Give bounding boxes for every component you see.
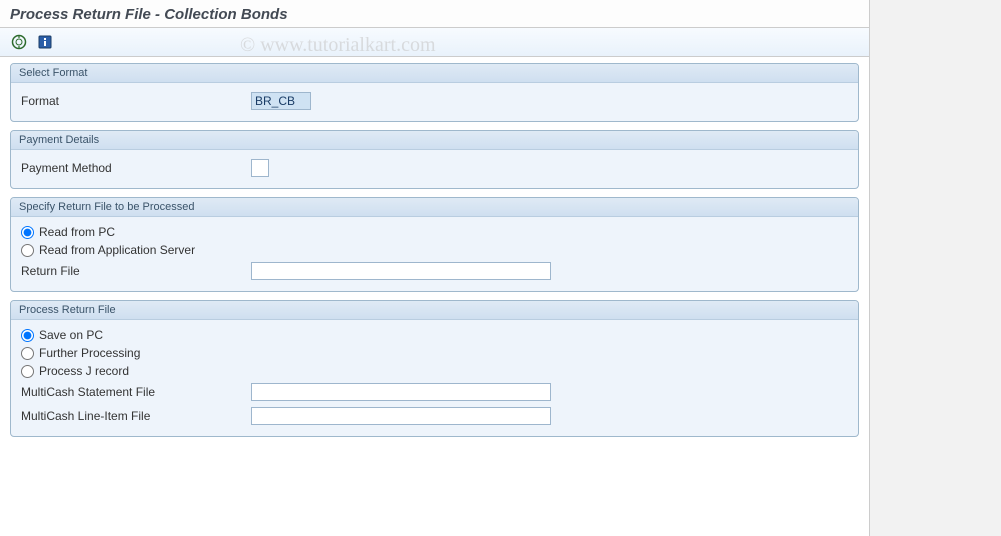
title-bar: Process Return File - Collection Bonds: [0, 0, 869, 28]
row-return-file: Return File: [21, 259, 848, 283]
label-read-pc: Read from PC: [39, 225, 115, 239]
toolbar: [0, 28, 869, 57]
group-payment-details: Payment Details Payment Method: [10, 130, 859, 189]
format-input[interactable]: [251, 92, 311, 110]
label-jrecord: Process J record: [39, 364, 129, 378]
label-stmt-file: MultiCash Statement File: [21, 385, 251, 399]
row-line-file: MultiCash Line-Item File: [21, 404, 848, 428]
group-return-file: Specify Return File to be Processed Read…: [10, 197, 859, 292]
row-payment-method: Payment Method: [21, 156, 848, 180]
execute-button[interactable]: [8, 32, 30, 52]
group-body-return-file: Read from PC Read from Application Serve…: [11, 217, 858, 291]
label-payment-method: Payment Method: [21, 161, 251, 175]
group-header-select-format: Select Format: [11, 64, 858, 83]
line-file-input[interactable]: [251, 407, 551, 425]
radio-read-pc[interactable]: [21, 226, 34, 239]
row-jrecord[interactable]: Process J record: [21, 362, 848, 380]
info-icon: [38, 35, 52, 49]
group-body-process-return: Save on PC Further Processing Process J …: [11, 320, 858, 436]
info-button[interactable]: [34, 32, 56, 52]
label-format: Format: [21, 94, 251, 108]
group-header-return-file: Specify Return File to be Processed: [11, 198, 858, 217]
row-save-pc[interactable]: Save on PC: [21, 326, 848, 344]
label-read-server: Read from Application Server: [39, 243, 195, 257]
row-read-pc[interactable]: Read from PC: [21, 223, 848, 241]
radio-read-server[interactable]: [21, 244, 34, 257]
execute-icon: [11, 34, 27, 50]
row-read-server[interactable]: Read from Application Server: [21, 241, 848, 259]
group-body-payment-details: Payment Method: [11, 150, 858, 188]
group-header-process-return: Process Return File: [11, 301, 858, 320]
row-stmt-file: MultiCash Statement File: [21, 380, 848, 404]
group-body-select-format: Format: [11, 83, 858, 121]
row-format: Format: [21, 89, 848, 113]
group-select-format: Select Format Format: [10, 63, 859, 122]
return-file-input[interactable]: [251, 262, 551, 280]
payment-method-input[interactable]: [251, 159, 269, 177]
row-further[interactable]: Further Processing: [21, 344, 848, 362]
app-shell: Process Return File - Collection Bonds S…: [0, 0, 870, 536]
group-process-return: Process Return File Save on PC Further P…: [10, 300, 859, 437]
group-header-payment-details: Payment Details: [11, 131, 858, 150]
radio-save-pc[interactable]: [21, 329, 34, 342]
radio-further[interactable]: [21, 347, 34, 360]
page-title: Process Return File - Collection Bonds: [10, 6, 859, 23]
label-return-file: Return File: [21, 264, 251, 278]
stmt-file-input[interactable]: [251, 383, 551, 401]
label-save-pc: Save on PC: [39, 328, 103, 342]
label-further: Further Processing: [39, 346, 140, 360]
content-area: Select Format Format Payment Details Pay…: [0, 57, 869, 451]
label-line-file: MultiCash Line-Item File: [21, 409, 251, 423]
radio-jrecord[interactable]: [21, 365, 34, 378]
